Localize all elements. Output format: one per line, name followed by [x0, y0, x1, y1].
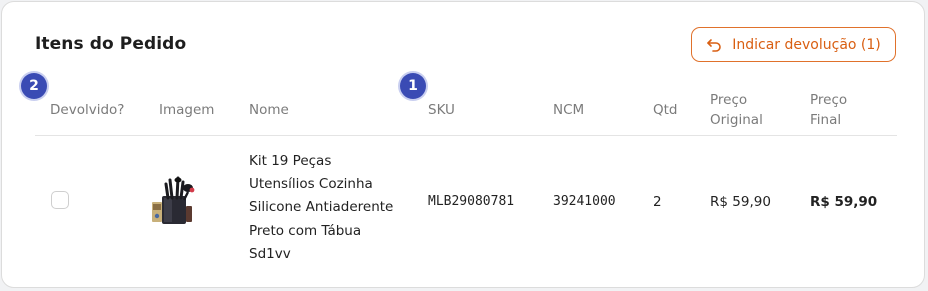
step-badge-2: 2: [21, 73, 47, 99]
column-header-returned: Devolvido?: [50, 102, 125, 118]
returned-checkbox[interactable]: [51, 191, 69, 209]
report-return-label: Indicar devolução (1): [732, 36, 881, 53]
column-header-final-price: Preço Final: [810, 90, 847, 130]
kitchen-utensil-set-product-image: [152, 176, 195, 224]
header-divider: [35, 135, 897, 136]
column-header-final-price-line1: Preço: [810, 92, 848, 108]
step-badge-1: 1: [400, 73, 426, 99]
order-items-card: Itens do Pedido Indicar devolução (1) 2 …: [1, 1, 925, 288]
product-name: Kit 19 Peças Utensílios Cozinha Silicone…: [249, 153, 394, 262]
column-header-qty: Qtd: [653, 102, 678, 118]
column-header-sku: SKU: [428, 102, 455, 118]
product-original-price: R$ 59,90: [710, 194, 771, 210]
column-header-original-price: Preço Original: [710, 90, 763, 130]
column-header-ncm: NCM: [553, 102, 585, 118]
column-header-original-price-line2: Original: [710, 112, 763, 128]
product-ncm: 39241000: [553, 194, 616, 209]
undo-arrow-icon: [707, 38, 722, 52]
card-title: Itens do Pedido: [35, 34, 187, 54]
column-header-image: Imagem: [159, 102, 215, 118]
column-header-final-price-line2: Final: [810, 112, 842, 128]
product-final-price: R$ 59,90: [810, 194, 878, 210]
column-header-name: Nome: [249, 102, 289, 118]
column-header-original-price-line1: Preço: [710, 92, 748, 108]
product-qty: 2: [653, 194, 662, 210]
report-return-button[interactable]: Indicar devolução (1): [691, 27, 896, 62]
product-sku: MLB29080781: [428, 194, 515, 209]
